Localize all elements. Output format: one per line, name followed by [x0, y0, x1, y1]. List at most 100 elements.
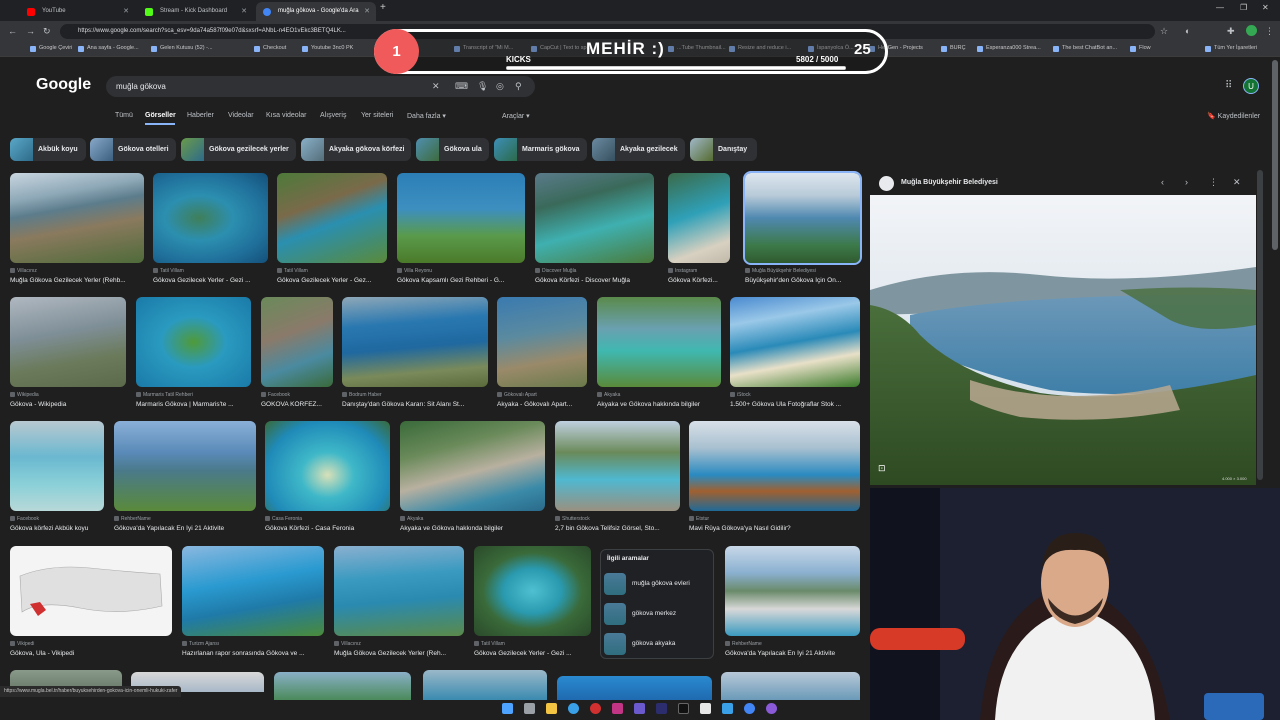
result-title[interactable]: Hazırlanan rapor sonrasında Gökova ve ..…	[182, 650, 324, 657]
result-title[interactable]: Muğla Gökova Gezilecek Yerler (Reh...	[334, 650, 464, 657]
microphone-icon[interactable]: 🎙	[477, 81, 488, 92]
instagram-icon[interactable]	[612, 703, 623, 714]
back-icon[interactable]: ←	[8, 26, 17, 36]
result-thumbnail[interactable]	[153, 173, 268, 263]
result-title[interactable]: Gökova'da Yapılacak En İyi 21 Aktivite	[114, 525, 256, 532]
close-window-icon[interactable]: ✕	[1262, 3, 1269, 12]
chip-gokova-ula[interactable]: Gökova ula	[416, 138, 489, 161]
tab-sites[interactable]: Yer siteleri	[361, 112, 393, 119]
bookmark-item[interactable]: Checkout	[254, 45, 286, 52]
bookmark-item[interactable]: Ana sayfa - Google...	[78, 45, 139, 52]
bookmark-item[interactable]: The best ChatBot an...	[1053, 45, 1117, 52]
google-logo[interactable]: Google	[36, 76, 91, 94]
result-thumbnail[interactable]	[10, 297, 126, 387]
lens-search-icon[interactable]: ⊡	[878, 463, 886, 474]
result-thumbnail[interactable]	[597, 297, 721, 387]
tab-short-videos[interactable]: Kısa videolar	[266, 112, 306, 119]
result-title[interactable]: Gökova Körfezi - Discover Muğla	[535, 277, 654, 284]
result-thumbnail[interactable]	[265, 421, 390, 511]
chip-akyaka-gokova-korfezi[interactable]: Akyaka gökova körfezi	[301, 138, 411, 161]
new-tab-icon[interactable]: +	[380, 2, 386, 13]
tab-shopping[interactable]: Alışveriş	[320, 112, 346, 119]
keyboard-icon[interactable]: ⌨	[455, 81, 468, 92]
tab-kick-dashboard[interactable]: Stream - Kick Dashboard ✕	[138, 2, 253, 21]
bookmark-item[interactable]: Youtube 3nc0 PK	[302, 45, 353, 52]
result-thumbnail[interactable]	[689, 421, 860, 511]
result-thumbnail[interactable]	[743, 171, 862, 265]
related-search-item[interactable]: muğla gökova evleri	[604, 573, 690, 595]
chip-akbuk-koyu[interactable]: Akbük koyu	[10, 138, 86, 161]
result-title[interactable]: Gökova'da Yapılacak En İyi 21 Aktivite	[725, 650, 860, 657]
close-tab-icon[interactable]: ✕	[241, 2, 247, 21]
search-box[interactable]	[106, 76, 535, 97]
bookmark-folder[interactable]: BURÇ	[941, 45, 966, 52]
chrome-icon[interactable]	[744, 703, 755, 714]
result-title[interactable]: Gökova Gezilecek Yerler - Gezi ...	[474, 650, 591, 657]
next-icon[interactable]: ›	[1185, 177, 1188, 187]
task-view-icon[interactable]	[524, 703, 535, 714]
result-thumbnail[interactable]	[725, 546, 860, 636]
account-avatar[interactable]: U	[1243, 78, 1259, 94]
extension-icon[interactable]: ◐	[1185, 26, 1190, 36]
result-title[interactable]: Gökova Körfezi...	[668, 277, 730, 284]
chip-gokova-otelleri[interactable]: Gökova otelleri	[90, 138, 176, 161]
result-thumbnail[interactable]	[10, 173, 144, 263]
clear-search-icon[interactable]: ✕	[432, 81, 440, 92]
tab-images[interactable]: Görseller	[145, 112, 176, 119]
partial-result-thumbnail[interactable]	[557, 676, 712, 700]
file-explorer-icon[interactable]	[546, 703, 557, 714]
result-title[interactable]: Gökova körfezi Akbük koyu	[10, 525, 104, 532]
result-title[interactable]: Marmaris Gökova | Marmaris'te ...	[136, 401, 251, 408]
discord-icon[interactable]	[634, 703, 645, 714]
result-thumbnail[interactable]	[474, 546, 591, 636]
result-title[interactable]: Mavi Rüya Gökova'ya Nasıl Gidilir?	[689, 525, 860, 532]
close-tab-icon[interactable]: ✕	[364, 2, 370, 21]
result-title[interactable]: Gökova Körfezi - Casa Feronia	[265, 525, 390, 532]
close-tab-icon[interactable]: ✕	[123, 2, 129, 21]
previous-icon[interactable]: ‹	[1161, 177, 1164, 187]
result-title[interactable]: 1.500+ Gökova Ula Fotoğraflar Stok ...	[730, 401, 860, 408]
reload-icon[interactable]: ↻	[43, 26, 51, 37]
result-thumbnail[interactable]	[10, 546, 172, 636]
tab-all[interactable]: Tümü	[115, 112, 133, 119]
forward-icon[interactable]: →	[26, 26, 35, 36]
chip-marmaris-gokova[interactable]: Marmaris gökova	[494, 138, 587, 161]
preview-image[interactable]: ⊡ 4.000 × 3.000	[870, 195, 1256, 485]
bookmark-star-icon[interactable]: ☆	[1160, 26, 1168, 37]
result-title[interactable]: Akyaka ve Gökova hakkında bilgiler	[400, 525, 545, 532]
result-title[interactable]: Muğla Gökova Gezilecek Yerler (Rehb...	[10, 277, 144, 284]
partial-result-thumbnail[interactable]	[721, 672, 860, 700]
tab-more[interactable]: Daha fazla ▾	[407, 112, 446, 120]
browser-icon[interactable]	[722, 703, 733, 714]
bookmark-folder[interactable]: Flow	[1130, 45, 1151, 52]
more-options-icon[interactable]: ⋮	[1209, 177, 1218, 188]
result-thumbnail[interactable]	[277, 173, 387, 263]
result-title[interactable]: Gökova Gezilecek Yerler - Gezi ...	[153, 277, 268, 284]
chip-danistay[interactable]: Danıştay	[690, 138, 757, 161]
result-title[interactable]: Gökova Gezilecek Yerler - Gez...	[277, 277, 387, 284]
bookmark-item[interactable]: Gelen Kutusu (52) -...	[151, 45, 213, 52]
maximize-icon[interactable]: ❐	[1240, 3, 1247, 12]
result-thumbnail[interactable]	[730, 297, 860, 387]
menu-kebab-icon[interactable]: ⋮	[1265, 26, 1274, 37]
preview-source[interactable]: Muğla Büyükşehir Belediyesi	[901, 179, 998, 186]
tab-news[interactable]: Haberler	[187, 112, 214, 119]
opera-icon[interactable]	[590, 703, 601, 714]
result-thumbnail[interactable]	[261, 297, 333, 387]
photoshop-icon[interactable]	[656, 703, 667, 714]
result-thumbnail[interactable]	[342, 297, 488, 387]
edge-icon[interactable]	[568, 703, 579, 714]
result-thumbnail[interactable]	[555, 421, 680, 511]
tiktok-icon[interactable]	[678, 703, 689, 714]
search-input[interactable]: muğla gökova	[116, 82, 166, 91]
related-search-item[interactable]: gökova akyaka	[604, 633, 675, 655]
extensions-puzzle-icon[interactable]: ✚	[1227, 26, 1235, 37]
result-title[interactable]: Danıştay'dan Gökova Kararı: Sit Alanı St…	[342, 401, 488, 408]
result-thumbnail[interactable]	[114, 421, 256, 511]
capcut-icon[interactable]	[700, 703, 711, 714]
tab-youtube[interactable]: YouTube ✕	[20, 2, 135, 21]
result-title[interactable]: GÖKOVA KÖRFEZ...	[261, 401, 333, 408]
obs-icon[interactable]	[766, 703, 777, 714]
result-thumbnail[interactable]	[136, 297, 251, 387]
result-title[interactable]: Büyükşehir'den Gökova İçin Ön...	[745, 277, 860, 284]
